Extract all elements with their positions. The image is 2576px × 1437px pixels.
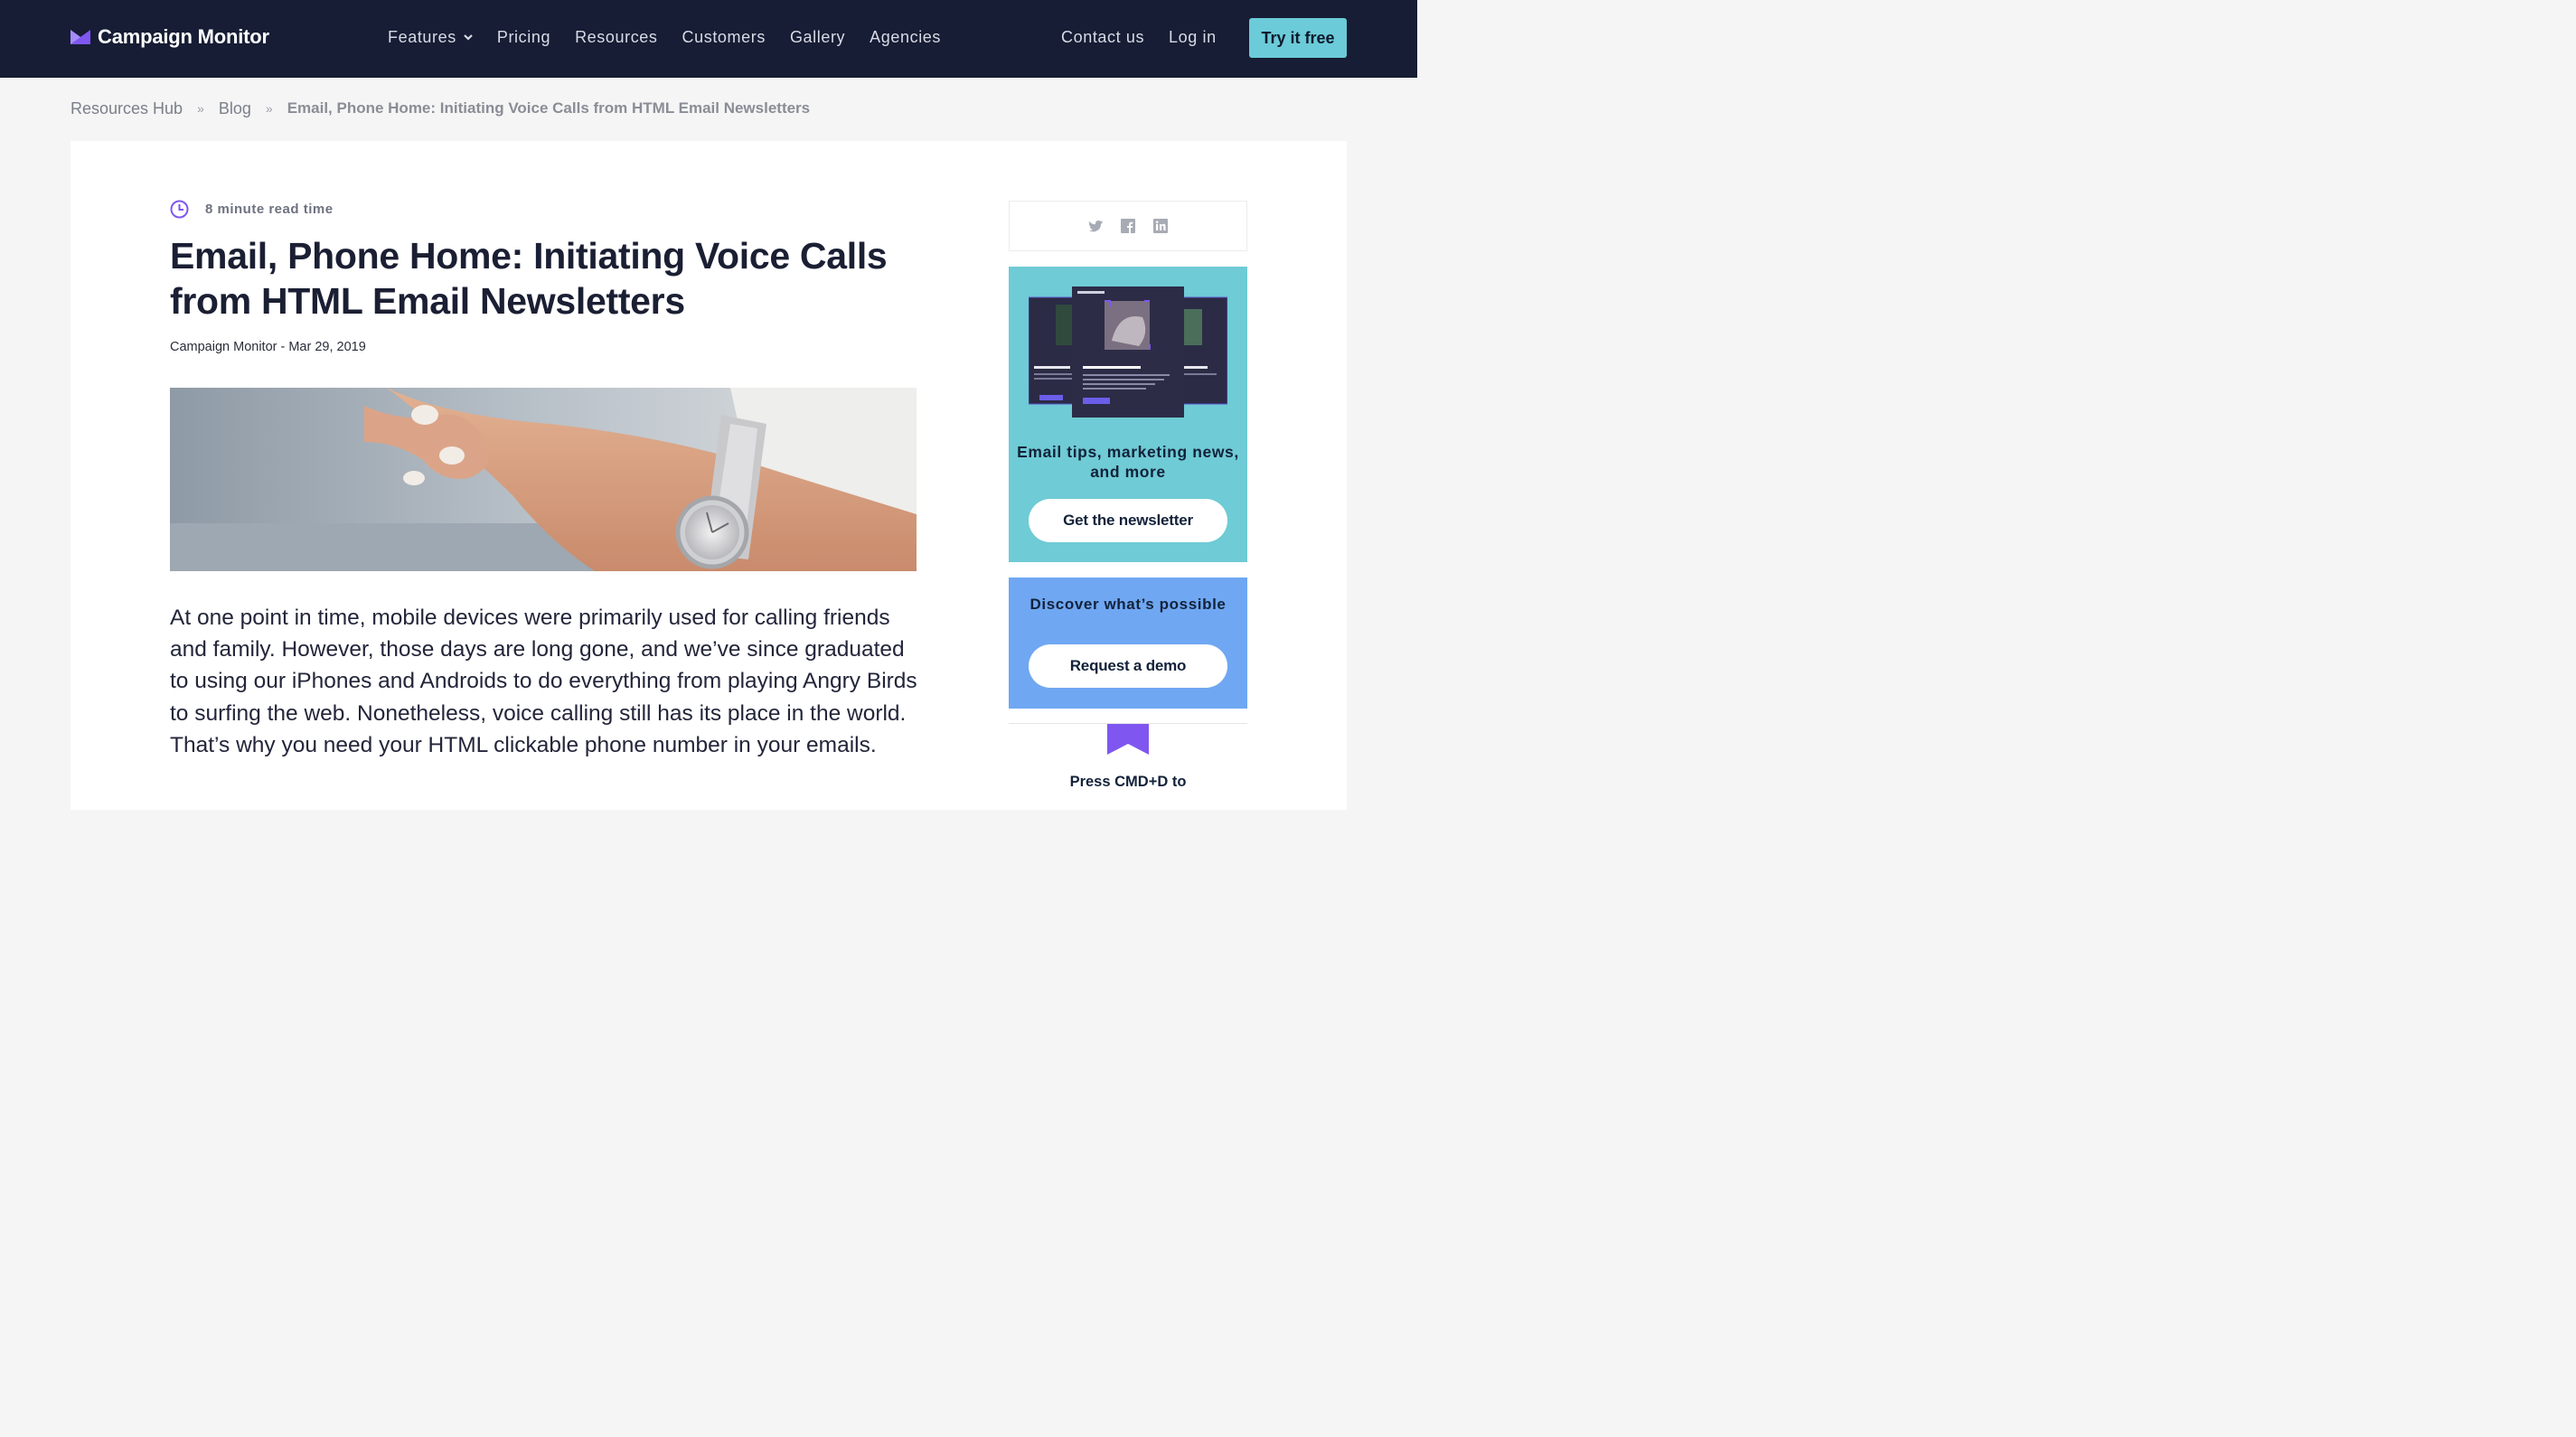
article-byline: Campaign Monitor - Mar 29, 2019 <box>170 340 366 354</box>
contact-us-link[interactable]: Contact us <box>1061 25 1144 49</box>
bookmark-hint: Press CMD+D to <box>1069 774 1187 790</box>
article-title: Email, Phone Home: Initiating Voice Call… <box>170 235 888 322</box>
breadcrumb-separator: » <box>265 101 273 116</box>
clock-icon <box>170 200 189 219</box>
get-newsletter-button[interactable]: Get the newsletter <box>1029 499 1227 542</box>
logo-text: Campaign Monitor <box>98 25 269 48</box>
breadcrumb: Resources Hub » Blog » Email, Phone Home… <box>71 98 810 119</box>
newsletter-heading: Email tips, marketing news, and more <box>1017 443 1239 481</box>
twitter-icon[interactable] <box>1088 219 1103 233</box>
linkedin-icon[interactable] <box>1153 219 1168 233</box>
breadcrumb-current-page: Email, Phone Home: Initiating Voice Call… <box>287 99 811 117</box>
hero-image-wrist-watch <box>170 388 917 571</box>
try-it-free-button[interactable]: Try it free <box>1249 18 1347 58</box>
nav-features-label: Features <box>388 27 456 46</box>
envelope-logo-icon <box>71 30 90 44</box>
main-nav: Features Pricing Resources Customers Gal… <box>388 25 941 49</box>
nav-pricing[interactable]: Pricing <box>497 25 550 49</box>
facebook-icon[interactable] <box>1121 219 1135 233</box>
chevron-down-icon <box>464 34 473 41</box>
account-nav: Contact us Log in <box>1061 25 1217 49</box>
read-time-label: 8 minute read time <box>205 202 334 217</box>
demo-promo: Discover what’s possible Request a demo <box>1009 578 1247 709</box>
breadcrumb-resources-hub[interactable]: Resources Hub <box>71 99 183 118</box>
log-in-link[interactable]: Log in <box>1169 25 1217 49</box>
newsletter-promo: Email tips, marketing news, and more Get… <box>1009 267 1247 562</box>
nav-agencies[interactable]: Agencies <box>870 25 941 49</box>
share-bar <box>1009 201 1247 251</box>
nav-features[interactable]: Features <box>388 25 474 49</box>
nav-resources[interactable]: Resources <box>575 25 657 49</box>
request-demo-button[interactable]: Request a demo <box>1029 644 1227 688</box>
bookmark-icon <box>1107 724 1149 755</box>
hero-image-illustration <box>170 388 917 571</box>
demo-heading: Discover what’s possible <box>1029 596 1227 613</box>
campaign-monitor-logo[interactable]: Campaign Monitor <box>71 23 269 51</box>
breadcrumb-separator: » <box>197 101 204 116</box>
read-time: 8 minute read time <box>170 200 334 219</box>
nav-gallery[interactable]: Gallery <box>790 25 845 49</box>
nav-customers[interactable]: Customers <box>682 25 766 49</box>
article-intro-paragraph: At one point in time, mobile devices wer… <box>170 606 917 757</box>
breadcrumb-blog[interactable]: Blog <box>219 99 251 118</box>
top-navigation-bar: Campaign Monitor Features Pricing Resour… <box>0 0 1417 78</box>
newsletter-preview-illustration <box>1029 286 1227 418</box>
